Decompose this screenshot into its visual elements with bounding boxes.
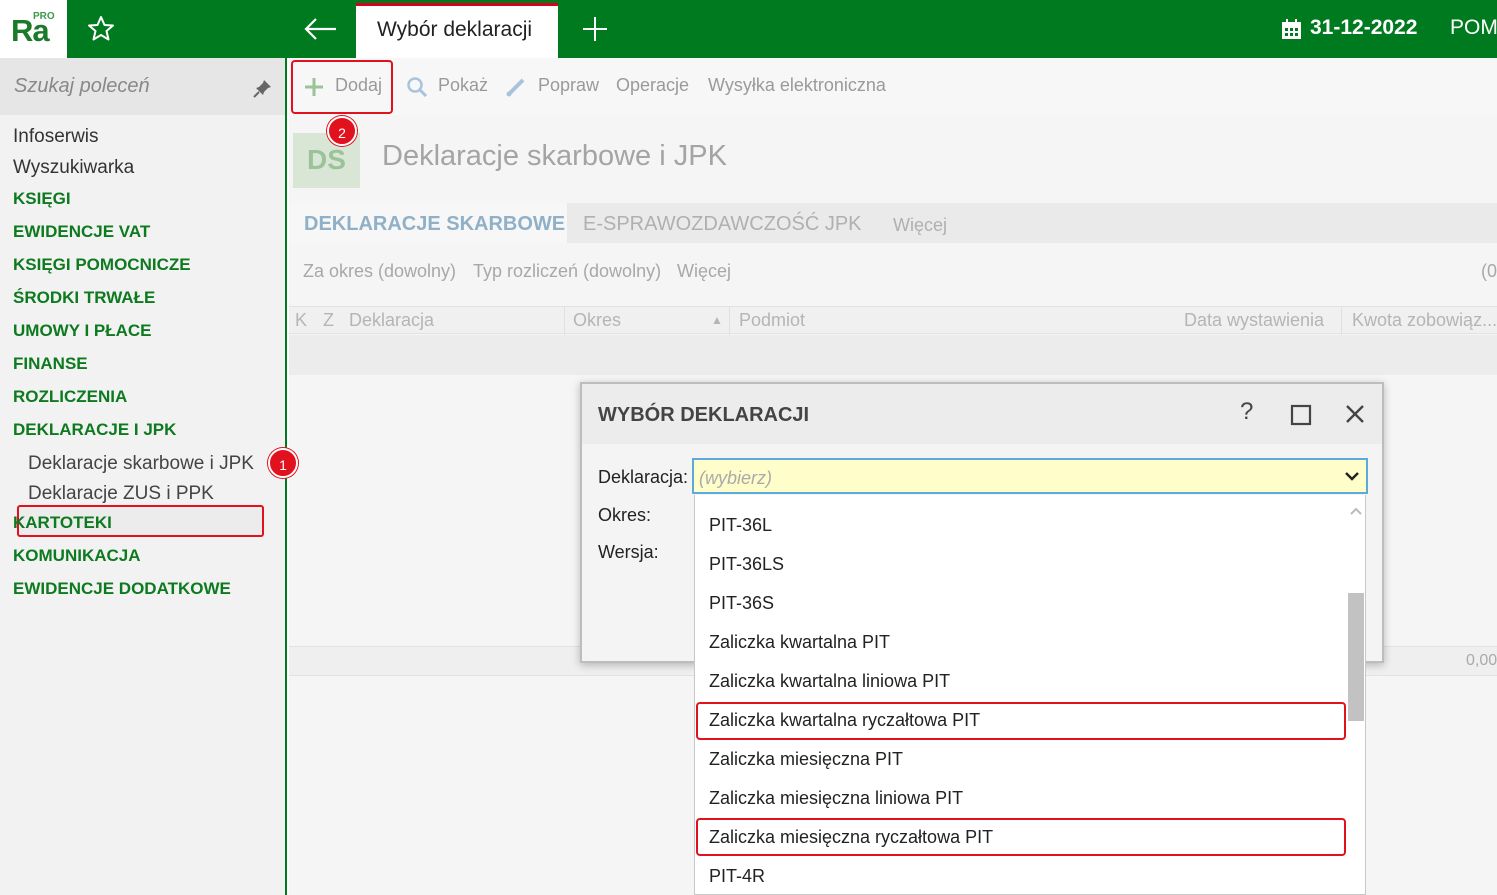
col-separator xyxy=(729,307,730,335)
module-badge-text: DS xyxy=(307,144,346,175)
grid-header: K Z Deklaracja Okres ▲ Podmiot Data wyst… xyxy=(289,306,1497,335)
deklaracja-select[interactable]: (wybierz) xyxy=(692,458,1368,494)
dropdown-option[interactable]: Zaliczka miesięczna PIT xyxy=(709,749,903,770)
sidebar-item-ewidencje-vat[interactable]: EWIDENCJE VAT xyxy=(0,218,285,251)
dialog-title: WYBÓR DEKLARACJI xyxy=(598,404,810,426)
command-search[interactable] xyxy=(0,58,285,115)
scroll-up-icon[interactable] xyxy=(1349,503,1363,515)
dropdown-option[interactable]: PIT-36L xyxy=(709,515,772,536)
working-date[interactable]: 31-12-2022 xyxy=(1310,16,1417,40)
tab-more[interactable]: Więcej xyxy=(893,215,947,236)
back-arrow-icon[interactable] xyxy=(300,12,342,46)
sidebar-item-komunikacja[interactable]: KOMUNIKACJA xyxy=(0,542,285,575)
favorites-star-icon[interactable] xyxy=(84,12,118,46)
deklaracja-label: Deklaracja: xyxy=(598,467,689,487)
new-tab-plus-icon[interactable] xyxy=(578,12,612,46)
edit-brush-icon xyxy=(505,76,527,98)
tab-label: Wybór deklaracji xyxy=(377,18,533,41)
grid-filter-row xyxy=(289,335,1497,375)
sidebar-item-deklaracje-i-jpk[interactable]: DEKLARACJE I JPK xyxy=(0,416,285,449)
dropdown-option[interactable]: PIT-36S xyxy=(709,593,774,614)
sidebar-item-deklaracje-zus[interactable]: Deklaracje ZUS i PPK xyxy=(0,479,285,509)
tabs-row: DEKLARACJE SKARBOWE E-SPRAWOZDAWCZOŚĆ JP… xyxy=(289,203,1497,243)
step-1-badge: 1 xyxy=(268,448,298,478)
calendar-icon[interactable] xyxy=(1281,19,1302,40)
sort-asc-icon: ▲ xyxy=(711,313,723,327)
sidebar-item-srodki-trwale[interactable]: ŚRODKI TRWAŁE xyxy=(0,284,285,317)
sidebar-item-umowy-i-place[interactable]: UMOWY I PŁACE xyxy=(0,317,285,350)
col-podmiot[interactable]: Podmiot xyxy=(739,310,805,331)
dropdown-option[interactable]: PIT-36LS xyxy=(709,554,784,575)
sidebar-item-ksiegi-pomocnicze[interactable]: KSIĘGI POMOCNICZE xyxy=(0,251,285,284)
show-button[interactable]: Pokaż xyxy=(438,75,488,96)
command-search-input[interactable] xyxy=(0,58,285,115)
sidebar-item-deklaracje-skarbowe[interactable]: Deklaracje skarbowe i JPK xyxy=(0,449,285,479)
record-count: (0 xyxy=(1481,261,1497,281)
operations-menu[interactable]: Operacje xyxy=(616,75,689,96)
dialog-header: WYBÓR DEKLARACJI ? xyxy=(582,384,1382,444)
col-k[interactable]: K xyxy=(295,310,307,331)
dropdown-option[interactable]: PIT-4R xyxy=(709,866,765,887)
close-icon[interactable] xyxy=(1344,403,1366,425)
toolbar: Dodaj Pokaż Popraw Operacje Wysyłka elek… xyxy=(289,58,1497,115)
dropdown-option[interactable]: Zaliczka kwartalna liniowa PIT xyxy=(709,671,950,692)
pin-icon[interactable] xyxy=(253,78,273,98)
filter-more[interactable]: Więcej xyxy=(677,261,731,282)
electronic-send-menu[interactable]: Wysyłka elektroniczna xyxy=(708,75,886,96)
maximize-icon[interactable] xyxy=(1290,404,1312,426)
highlight-kwartalna-ryczaltowa xyxy=(696,702,1346,740)
top-bar: Ra PRO Wybór deklaracji 31-12-2022 POM xyxy=(0,0,1497,58)
wersja-label: Wersja: xyxy=(598,542,659,562)
dropdown-option[interactable]: Zaliczka kwartalna PIT xyxy=(709,632,890,653)
okres-label: Okres: xyxy=(598,505,652,525)
col-separator xyxy=(1341,307,1342,335)
sidebar-item-ksiegi[interactable]: KSIĘGI xyxy=(0,185,285,218)
col-kwota[interactable]: Kwota zobowiąz... xyxy=(1352,310,1497,331)
sidebar-item-wyszukiwarka[interactable]: Wyszukiwarka xyxy=(0,154,285,185)
deklaracja-placeholder: (wybierz) xyxy=(699,468,773,488)
filter-period[interactable]: Za okres (dowolny) xyxy=(303,261,456,282)
sidebar-nav: Infoserwis Wyszukiwarka KSIĘGI EWIDENCJE… xyxy=(0,123,285,608)
sidebar: Infoserwis Wyszukiwarka KSIĘGI EWIDENCJE… xyxy=(0,58,287,895)
sidebar-item-rozliczenia[interactable]: ROZLICZENIA xyxy=(0,383,285,416)
filter-row: Za okres (dowolny) Typ rozliczeń (dowoln… xyxy=(289,256,1497,290)
col-separator xyxy=(564,307,565,335)
help-menu[interactable]: POM xyxy=(1450,16,1497,40)
highlight-miesieczna-ryczaltowa xyxy=(696,818,1346,856)
col-deklaracja[interactable]: Deklaracja xyxy=(349,310,434,331)
add-button-highlight xyxy=(291,60,393,114)
col-z[interactable]: Z xyxy=(323,310,334,331)
filter-settlement-type[interactable]: Typ rozliczeń (dowolny) xyxy=(473,261,661,282)
tab-deklaracje-skarbowe[interactable]: DEKLARACJE SKARBOWE xyxy=(304,213,565,236)
step-2-badge: 2 xyxy=(327,116,357,146)
fix-button[interactable]: Popraw xyxy=(538,75,599,96)
footer-sum: 0,00 xyxy=(1466,652,1497,669)
col-okres[interactable]: Okres xyxy=(573,310,621,331)
app-logo[interactable]: Ra PRO xyxy=(0,0,67,58)
chevron-down-icon[interactable] xyxy=(1344,469,1360,483)
sidebar-item-kartoteki[interactable]: KARTOTEKI xyxy=(0,509,285,542)
help-icon[interactable]: ? xyxy=(1240,398,1264,428)
tab-wybor-deklaracji[interactable]: Wybór deklaracji xyxy=(356,3,558,58)
page-title: Deklaracje skarbowe i JPK xyxy=(382,140,727,172)
search-icon xyxy=(406,76,428,98)
sidebar-item-finanse[interactable]: FINANSE xyxy=(0,350,285,383)
col-data-wystawienia[interactable]: Data wystawienia xyxy=(1184,310,1324,331)
logo-pro-badge: PRO xyxy=(33,11,55,22)
scrollbar-thumb[interactable] xyxy=(1348,593,1364,721)
sidebar-item-infoserwis[interactable]: Infoserwis xyxy=(0,123,285,154)
tab-e-sprawozdawczosc[interactable]: E-SPRAWOZDAWCZOŚĆ JPK xyxy=(583,213,862,236)
dropdown-option[interactable]: Zaliczka miesięczna liniowa PIT xyxy=(709,788,963,809)
sidebar-item-ewidencje-dodatkowe[interactable]: EWIDENCJE DODATKOWE xyxy=(0,575,285,608)
